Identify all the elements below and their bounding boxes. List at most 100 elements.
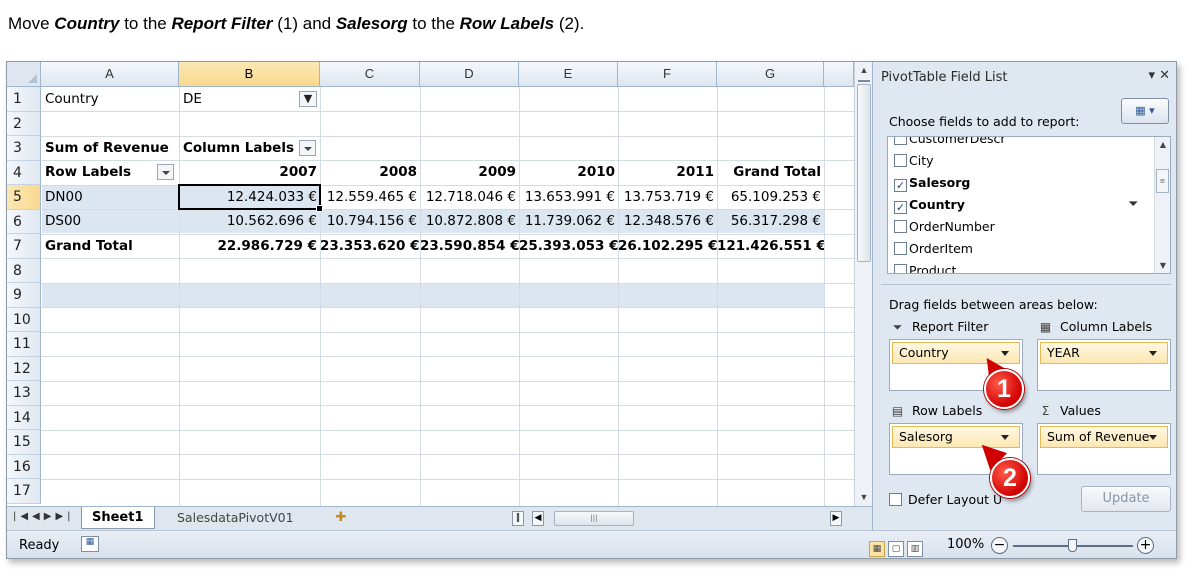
defer-layout-update[interactable]: Defer Layout U [889, 492, 1002, 507]
report-filter-field-pill[interactable]: Country [892, 342, 1020, 364]
worksheet-grid[interactable]: A B C D E F G 1 2 3 4 5 6 7 8 9 10 11 12… [7, 62, 854, 506]
row-header[interactable]: 10 [7, 307, 41, 332]
cell-d5[interactable]: 12.718.046 € [420, 185, 519, 209]
row-header[interactable]: 1 [7, 87, 41, 112]
values-area[interactable]: Sum of Revenue [1037, 423, 1171, 475]
column-labels-field-pill[interactable]: YEAR [1040, 342, 1168, 364]
cell-b6[interactable]: 10.562.696 € [179, 209, 320, 233]
column-labels-area[interactable]: YEAR [1037, 339, 1171, 391]
column-header-c[interactable]: C [320, 62, 420, 87]
checkbox-icon[interactable] [894, 220, 907, 233]
column-header-b[interactable]: B [179, 62, 320, 87]
cell-f6[interactable]: 12.348.576 € [618, 209, 717, 233]
column-header-d[interactable]: D [420, 62, 519, 87]
cell-a5[interactable]: DN00 [41, 185, 179, 209]
field-item-orderitem[interactable]: OrderItem [894, 238, 973, 260]
row-header[interactable]: 5 [7, 185, 41, 210]
values-field-pill[interactable]: Sum of Revenue [1040, 426, 1168, 448]
checkbox-icon[interactable] [894, 154, 907, 167]
cell-g5[interactable]: 65.109.253 € [717, 185, 824, 209]
row-header[interactable]: 12 [7, 356, 41, 381]
row-labels-field-pill[interactable]: Salesorg [892, 426, 1020, 448]
scroll-up-icon[interactable]: ▲ [855, 62, 873, 79]
cell-f7[interactable]: 26.102.295 € [618, 234, 717, 258]
field-list-scrollbar[interactable]: ▲ ≡ ▼ [1154, 137, 1170, 273]
scroll-left-icon[interactable]: ◀ [532, 511, 544, 526]
scroll-down-icon[interactable]: ▼ [1155, 261, 1170, 270]
cell-a6[interactable]: DS00 [41, 209, 179, 233]
cell-a1[interactable]: Country [41, 87, 179, 111]
row-header[interactable]: 9 [7, 283, 41, 308]
column-labels-dropdown-icon[interactable] [299, 140, 316, 156]
cell-c6[interactable]: 10.794.156 € [320, 209, 420, 233]
checkbox-icon[interactable] [894, 264, 907, 273]
tab-sheet1[interactable]: Sheet1 [81, 507, 155, 529]
tab-salesdatapivotv01[interactable]: SalesdataPivotV01 [167, 507, 304, 529]
cell-b4[interactable]: 2007 [179, 160, 320, 184]
cell-d4[interactable]: 2009 [420, 160, 519, 184]
row-header[interactable]: 7 [7, 234, 41, 259]
column-header-f[interactable]: F [618, 62, 717, 87]
row-labels-dropdown-icon[interactable] [157, 164, 174, 180]
checkbox-icon[interactable] [894, 137, 907, 145]
cell-g6[interactable]: 56.317.298 € [717, 209, 824, 233]
cell-e5[interactable]: 13.653.991 € [519, 185, 618, 209]
page-layout-view-icon[interactable]: ▢ [888, 541, 904, 557]
insert-sheet-icon[interactable]: ✚ [327, 507, 355, 529]
cell-c7[interactable]: 23.353.620 € [320, 234, 420, 258]
pane-close-icon[interactable]: ▾ ✕ [1148, 68, 1170, 83]
cell-f5[interactable]: 13.753.719 € [618, 185, 717, 209]
row-header[interactable]: 11 [7, 332, 41, 357]
column-header-g[interactable]: G [717, 62, 824, 87]
field-item-country[interactable]: ✓ Country [894, 194, 965, 216]
cell-d7[interactable]: 23.590.854 € [420, 234, 519, 258]
cell-b7[interactable]: 22.986.729 € [179, 234, 320, 258]
field-item-product[interactable]: Product [894, 260, 956, 273]
checkbox-icon[interactable] [894, 242, 907, 255]
record-macro-icon[interactable]: ▦ [81, 536, 99, 552]
column-header-h[interactable] [824, 62, 854, 87]
filter-dropdown-icon[interactable]: ▼ [299, 91, 317, 107]
tab-split-handle[interactable]: ‖ [512, 511, 524, 526]
horizontal-scrollbar[interactable]: ‖ ◀ ||| ▶ [512, 511, 852, 526]
checkmark-icon[interactable]: ✓ [894, 179, 907, 192]
page-break-view-icon[interactable]: ▥ [907, 541, 923, 557]
row-header[interactable]: 3 [7, 136, 41, 161]
cell-a3[interactable]: Sum of Revenue [41, 136, 179, 160]
row-header[interactable]: 15 [7, 430, 41, 455]
cell-e7[interactable]: 25.393.053 € [519, 234, 618, 258]
cell-d6[interactable]: 10.872.808 € [420, 209, 519, 233]
row-header[interactable]: 13 [7, 381, 41, 406]
row-header[interactable]: 16 [7, 454, 41, 479]
cell-f4[interactable]: 2011 [618, 160, 717, 184]
row-header[interactable]: 8 [7, 258, 41, 283]
zoom-level[interactable]: 100% [947, 537, 984, 552]
vertical-scrollbar[interactable]: ▲ ▼ [854, 62, 872, 506]
hscroll-thumb[interactable]: ||| [554, 511, 634, 526]
field-layout-button[interactable]: ▦ ▾ [1121, 98, 1169, 124]
checkbox-icon[interactable] [889, 493, 902, 506]
cell-g4[interactable]: Grand Total [717, 160, 824, 184]
cell-e4[interactable]: 2010 [519, 160, 618, 184]
cell-e6[interactable]: 11.739.062 € [519, 209, 618, 233]
scroll-down-icon[interactable]: ▼ [855, 489, 873, 506]
update-button[interactable]: Update [1081, 486, 1171, 512]
field-item-ordernumber[interactable]: OrderNumber [894, 216, 995, 238]
zoom-knob[interactable] [1068, 539, 1077, 552]
field-list-scroll-thumb[interactable]: ≡ [1156, 169, 1169, 193]
cell-a7[interactable]: Grand Total [41, 234, 179, 258]
row-header[interactable]: 2 [7, 111, 41, 136]
column-header-a[interactable]: A [41, 62, 179, 87]
zoom-out-icon[interactable]: − [991, 537, 1008, 554]
checkmark-icon[interactable]: ✓ [894, 201, 907, 214]
cell-c4[interactable]: 2008 [320, 160, 420, 184]
zoom-in-icon[interactable]: + [1137, 537, 1154, 554]
field-item-salesorg[interactable]: ✓ Salesorg [894, 172, 970, 194]
scroll-right-icon[interactable]: ▶ [830, 511, 842, 526]
sheet-nav-arrows-icon[interactable]: |◀◀▶▶| [13, 511, 75, 522]
select-all-corner[interactable] [7, 62, 41, 87]
row-header[interactable]: 6 [7, 209, 41, 234]
cell-c5[interactable]: 12.559.465 € [320, 185, 420, 209]
normal-view-icon[interactable]: ▦ [869, 541, 885, 557]
field-item-city[interactable]: City [894, 150, 934, 172]
